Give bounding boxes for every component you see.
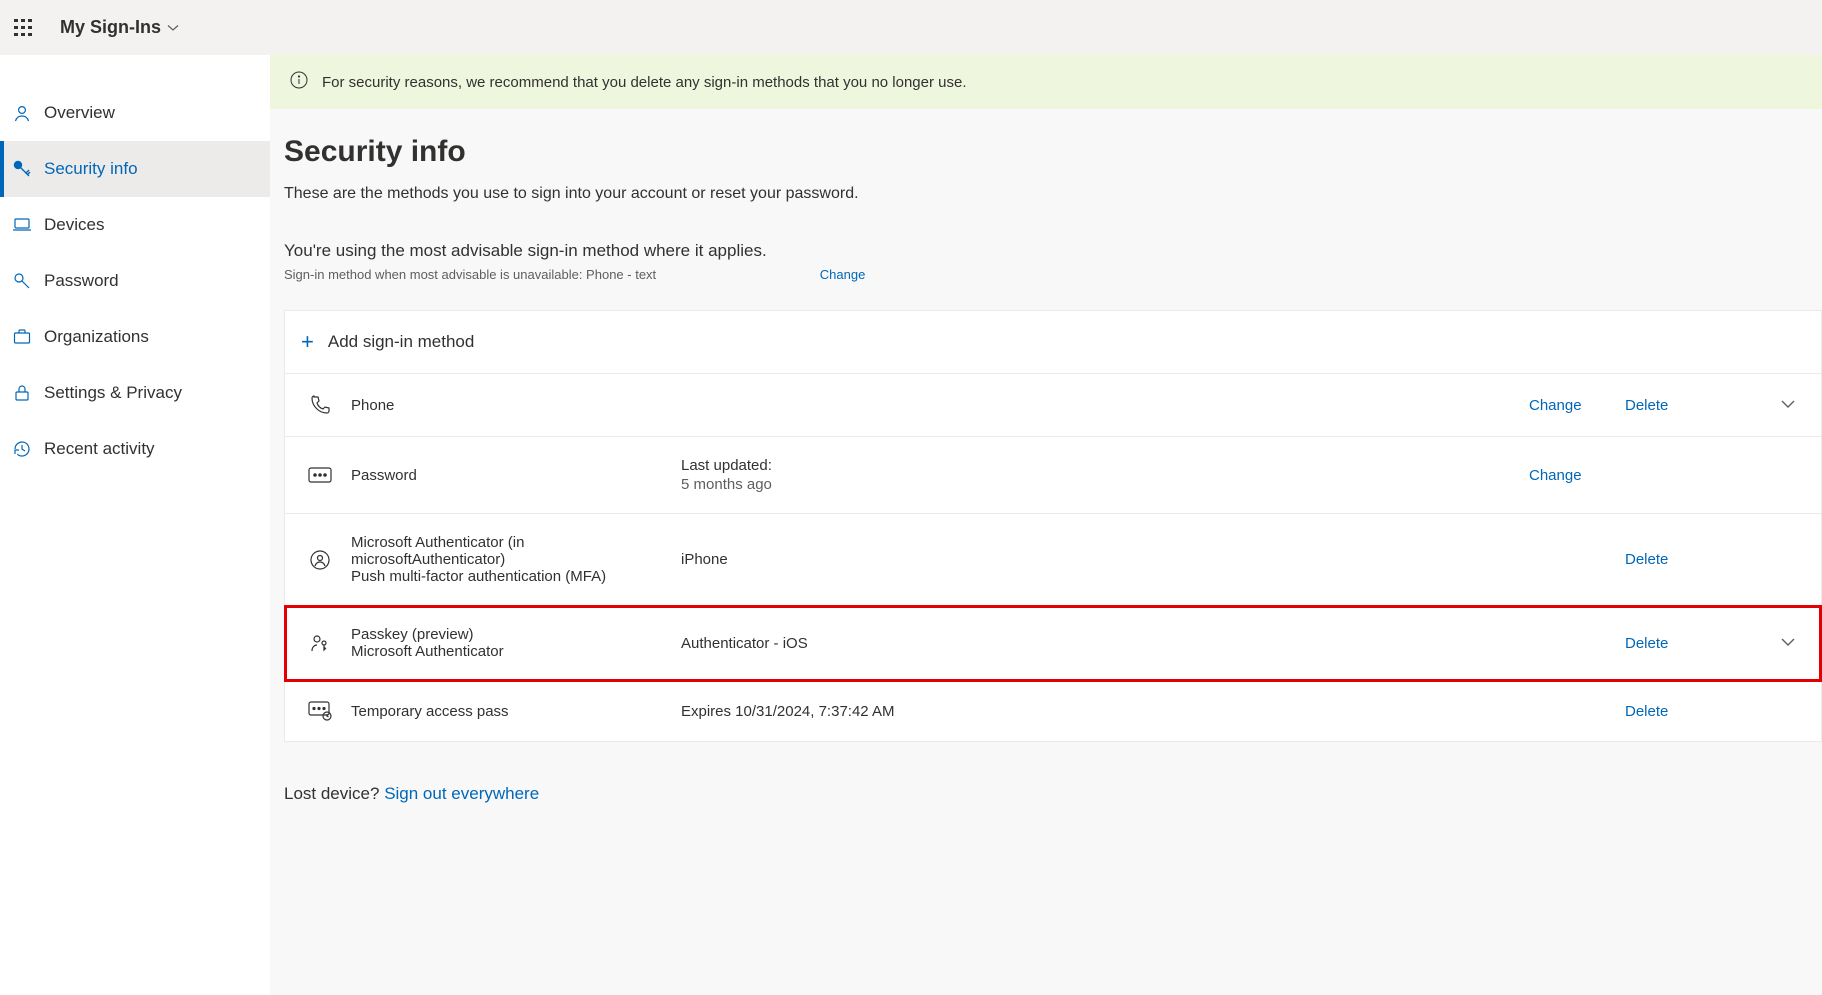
method-row-authenticator: Microsoft Authenticator (in microsoftAut… — [285, 514, 1821, 606]
method-name: Passkey (preview) — [351, 626, 681, 643]
method-name: Phone — [351, 397, 681, 414]
passkey-icon — [307, 632, 333, 654]
history-icon — [12, 439, 32, 459]
phone-icon — [307, 394, 333, 416]
sidebar-item-label: Overview — [44, 103, 115, 123]
plus-icon: + — [301, 329, 314, 355]
method-sub: Push multi-factor authentication (MFA) — [351, 568, 681, 585]
method-sub: Microsoft Authenticator — [351, 643, 681, 660]
method-detail: iPhone — [681, 551, 1489, 568]
add-signin-method-button[interactable]: + Add sign-in method — [285, 311, 1821, 374]
change-default-method-link[interactable]: Change — [820, 267, 866, 282]
sidebar-item-label: Password — [44, 271, 119, 291]
method-detail: Expires 10/31/2024, 7:37:42 AM — [681, 703, 1489, 720]
sidebar-item-recent-activity[interactable]: Recent activity — [0, 421, 270, 477]
sidebar-item-overview[interactable]: Overview — [0, 85, 270, 141]
app-launcher-icon[interactable] — [14, 19, 32, 37]
sign-out-everywhere-link[interactable]: Sign out everywhere — [384, 784, 539, 803]
sidebar-item-security-info[interactable]: Security info — [0, 141, 270, 197]
chevron-down-icon — [167, 22, 179, 34]
key-icon — [12, 159, 32, 179]
method-row-tap: Temporary access pass Expires 10/31/2024… — [285, 681, 1821, 741]
sidebar-item-label: Devices — [44, 215, 104, 235]
person-icon — [12, 103, 32, 123]
sidebar: Overview Security info Devices Password … — [0, 55, 270, 995]
brand-dropdown[interactable]: My Sign-Ins — [60, 17, 179, 38]
method-row-phone: Phone Change Delete — [285, 374, 1821, 437]
method-name: Microsoft Authenticator (in microsoftAut… — [351, 534, 681, 568]
topbar: My Sign-Ins — [0, 0, 1822, 55]
laptop-icon — [12, 215, 32, 235]
delete-link[interactable]: Delete — [1625, 635, 1681, 652]
main-content: For security reasons, we recommend that … — [270, 55, 1822, 995]
lost-device-prompt: Lost device? Sign out everywhere — [284, 784, 1822, 804]
key-search-icon — [12, 271, 32, 291]
signin-advice: You're using the most advisable sign-in … — [284, 241, 1822, 261]
password-icon — [307, 467, 333, 483]
expand-button[interactable] — [1781, 635, 1797, 652]
method-name: Temporary access pass — [351, 703, 681, 720]
sidebar-item-settings-privacy[interactable]: Settings & Privacy — [0, 365, 270, 421]
method-detail-sub: 5 months ago — [681, 476, 1489, 493]
delete-link[interactable]: Delete — [1625, 551, 1681, 568]
change-link[interactable]: Change — [1529, 467, 1585, 484]
brand-title: My Sign-Ins — [60, 17, 161, 38]
sidebar-item-password[interactable]: Password — [0, 253, 270, 309]
info-icon — [290, 71, 308, 93]
page-subtitle: These are the methods you use to sign in… — [284, 185, 1822, 203]
lock-icon — [12, 383, 32, 403]
expand-button[interactable] — [1781, 397, 1797, 414]
method-name: Password — [351, 467, 681, 484]
authenticator-icon — [307, 549, 333, 571]
delete-link[interactable]: Delete — [1625, 703, 1681, 720]
sidebar-item-devices[interactable]: Devices — [0, 197, 270, 253]
sidebar-item-label: Recent activity — [44, 439, 155, 459]
sidebar-item-organizations[interactable]: Organizations — [0, 309, 270, 365]
briefcase-icon — [12, 327, 32, 347]
page-title: Security info — [284, 135, 1822, 169]
method-detail: Authenticator - iOS — [681, 635, 1489, 652]
sidebar-item-label: Organizations — [44, 327, 149, 347]
security-recommendation-banner: For security reasons, we recommend that … — [270, 55, 1822, 109]
sidebar-item-label: Settings & Privacy — [44, 383, 182, 403]
delete-link[interactable]: Delete — [1625, 397, 1681, 414]
method-row-passkey: Passkey (preview) Microsoft Authenticato… — [285, 606, 1821, 681]
sidebar-item-label: Security info — [44, 159, 138, 179]
temporary-pass-icon — [307, 701, 333, 721]
methods-card: + Add sign-in method Phone Change Delete — [284, 310, 1822, 742]
change-link[interactable]: Change — [1529, 397, 1585, 414]
method-detail: Last updated: — [681, 457, 1489, 474]
banner-text: For security reasons, we recommend that … — [322, 74, 967, 91]
signin-advice-sub: Sign-in method when most advisable is un… — [284, 267, 1822, 282]
method-row-password: Password Last updated: 5 months ago Chan… — [285, 437, 1821, 514]
